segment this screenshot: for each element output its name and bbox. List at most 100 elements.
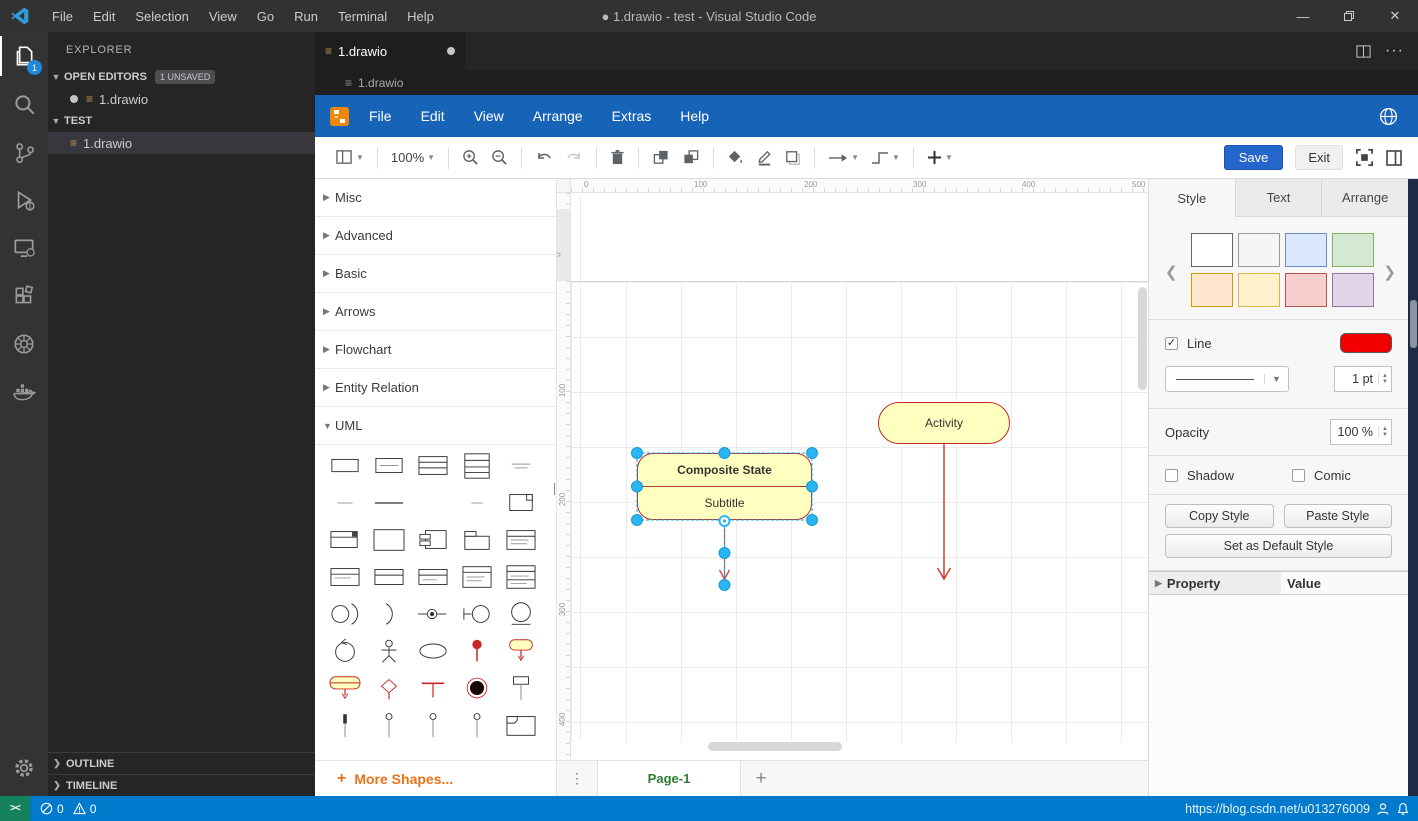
open-editor-item[interactable]: ≡ 1.drawio (48, 88, 315, 110)
palette-shape-text-tiny[interactable] (323, 484, 367, 521)
palette-shape-class-v2[interactable] (367, 558, 411, 595)
palette-shape-final-node[interactable] (455, 669, 499, 706)
menu-item-selection[interactable]: Selection (125, 9, 198, 24)
palette-shape-class-v1[interactable] (323, 558, 367, 595)
style-swatch-1[interactable] (1191, 233, 1233, 267)
drawio-menu-arrange[interactable]: Arrange (527, 108, 606, 124)
to-back-icon[interactable] (676, 144, 706, 172)
line-color-button[interactable] (1340, 333, 1392, 353)
palette-shape-required-arc[interactable] (367, 595, 411, 632)
line-style-dropdown[interactable]: ▼ (1165, 366, 1289, 392)
copy-style-button[interactable]: Copy Style (1165, 504, 1274, 528)
menu-item-run[interactable]: Run (284, 9, 328, 24)
palette-section-entity-relation[interactable]: ▶ Entity Relation (315, 369, 556, 407)
palette-section-advanced[interactable]: ▶ Advanced (315, 217, 556, 255)
page-tab[interactable]: Page-1 (597, 761, 741, 796)
more-shapes-button[interactable]: + More Shapes... (315, 760, 557, 796)
bell-icon[interactable] (1396, 802, 1410, 816)
style-swatch-3[interactable] (1285, 233, 1327, 267)
paste-style-button[interactable]: Paste Style (1283, 504, 1392, 528)
zoom-in-icon[interactable] (456, 144, 485, 172)
palette-section-basic[interactable]: ▶ Basic (315, 255, 556, 293)
panel-scrollbar-thumb[interactable] (1409, 300, 1417, 348)
palette-shape-activity-edge[interactable] (499, 632, 543, 669)
palette-shape-text-small[interactable] (499, 447, 543, 484)
line-color-icon[interactable] (750, 144, 779, 172)
composite-state-shape[interactable]: Composite State Subtitle (637, 453, 812, 520)
style-swatch-2[interactable] (1238, 233, 1280, 267)
palette-shape-boundary-object[interactable] (455, 595, 499, 632)
format-tab-arrange[interactable]: Arrange (1321, 179, 1409, 217)
palette-section-arrows[interactable]: ▶ Arrows (315, 293, 556, 331)
prev-styles-icon[interactable]: ❮ (1165, 263, 1178, 281)
palette-shape-control-object[interactable] (323, 632, 367, 669)
palette-shape-object-box[interactable] (323, 447, 367, 484)
tree-file-item[interactable]: ≡ 1.drawio (48, 132, 315, 154)
palette-shape-usecase[interactable] (411, 632, 455, 669)
palette-shape-divider-line[interactable] (367, 484, 411, 521)
palette-shape-package[interactable] (455, 521, 499, 558)
style-swatch-4[interactable] (1332, 233, 1374, 267)
palette-shape-actor[interactable] (367, 632, 411, 669)
line-checkbox[interactable]: ✓ (1165, 336, 1178, 350)
kubernetes-icon[interactable] (0, 320, 48, 368)
menu-item-edit[interactable]: Edit (83, 9, 125, 24)
shadow-checkbox[interactable] (1165, 468, 1178, 482)
palette-shape-composite-edge[interactable] (323, 669, 367, 706)
extensions-icon[interactable] (0, 272, 48, 320)
palette-shape-item-label[interactable] (455, 484, 499, 521)
palette-shape-class-box[interactable] (367, 447, 411, 484)
menu-item-file[interactable]: File (42, 9, 83, 24)
palette-shape-class-v5[interactable] (499, 558, 543, 595)
split-editor-icon[interactable] (1356, 44, 1371, 59)
style-swatch-6[interactable] (1238, 273, 1280, 307)
drawio-menu-edit[interactable]: Edit (415, 108, 468, 124)
palette-shape-entity-object[interactable] (499, 595, 543, 632)
docker-icon[interactable] (0, 368, 48, 416)
explorer-icon[interactable]: 1 (0, 32, 48, 80)
menu-item-go[interactable]: Go (247, 9, 284, 24)
palette-shape-class-rows[interactable] (411, 447, 455, 484)
insert-button[interactable]: ▼ (921, 144, 959, 172)
timeline-section[interactable]: ❯ TIMELINE (48, 774, 315, 796)
delete-icon[interactable] (604, 144, 631, 172)
remote-explorer-icon[interactable] (0, 224, 48, 272)
format-tab-text[interactable]: Text (1234, 179, 1322, 217)
palette-shape-initial-red[interactable] (455, 632, 499, 669)
style-swatch-5[interactable] (1191, 273, 1233, 307)
run-debug-icon[interactable] (0, 176, 48, 224)
close-icon[interactable]: ✕ (1372, 0, 1418, 32)
restore-icon[interactable] (1326, 0, 1372, 32)
palette-shape-class-red[interactable] (499, 521, 543, 558)
comic-checkbox[interactable] (1291, 468, 1305, 482)
modified-dot-icon[interactable] (447, 47, 455, 55)
palette-shape-lifeline-circle[interactable] (455, 706, 499, 743)
palette-shape-lollipop[interactable] (411, 595, 455, 632)
exit-button[interactable]: Exit (1295, 145, 1343, 170)
remote-indicator[interactable]: >< (0, 796, 30, 821)
pages-menu-icon[interactable]: ⋮ (557, 761, 597, 796)
palette-shape-frame-corner[interactable] (499, 706, 543, 743)
palette-section-misc[interactable]: ▶ Misc (315, 179, 556, 217)
toggle-format-panel-icon[interactable] (1386, 149, 1402, 166)
drawio-menu-extras[interactable]: Extras (606, 108, 675, 124)
line-width-spinner[interactable]: 1 pt ▲ ▼ (1334, 366, 1392, 392)
drawio-menu-help[interactable]: Help (674, 108, 732, 124)
connection-style-button[interactable]: ▼ (822, 144, 865, 172)
opacity-spinner[interactable]: 100 % ▲ ▼ (1330, 419, 1392, 445)
palette-shape-lifeline-circle[interactable] (367, 706, 411, 743)
drawio-menu-file[interactable]: File (363, 108, 415, 124)
breadcrumb[interactable]: ≡ 1.drawio (315, 70, 1418, 95)
zoom-level-dropdown[interactable]: 100% ▼ (385, 144, 441, 172)
palette-shape-decision-red[interactable] (367, 669, 411, 706)
more-actions-icon[interactable]: ··· (1385, 42, 1404, 60)
canvas-hscrollbar[interactable] (708, 742, 842, 751)
palette-shape-class-v4[interactable] (455, 558, 499, 595)
waypoint-style-button[interactable]: ▼ (865, 144, 906, 172)
drawio-menu-view[interactable]: View (468, 108, 527, 124)
palette-shape-interface-circle[interactable] (323, 595, 367, 632)
menu-item-terminal[interactable]: Terminal (328, 9, 397, 24)
palette-shape-fork-red[interactable] (411, 669, 455, 706)
add-page-icon[interactable]: + (741, 761, 781, 796)
style-swatch-7[interactable] (1285, 273, 1327, 307)
